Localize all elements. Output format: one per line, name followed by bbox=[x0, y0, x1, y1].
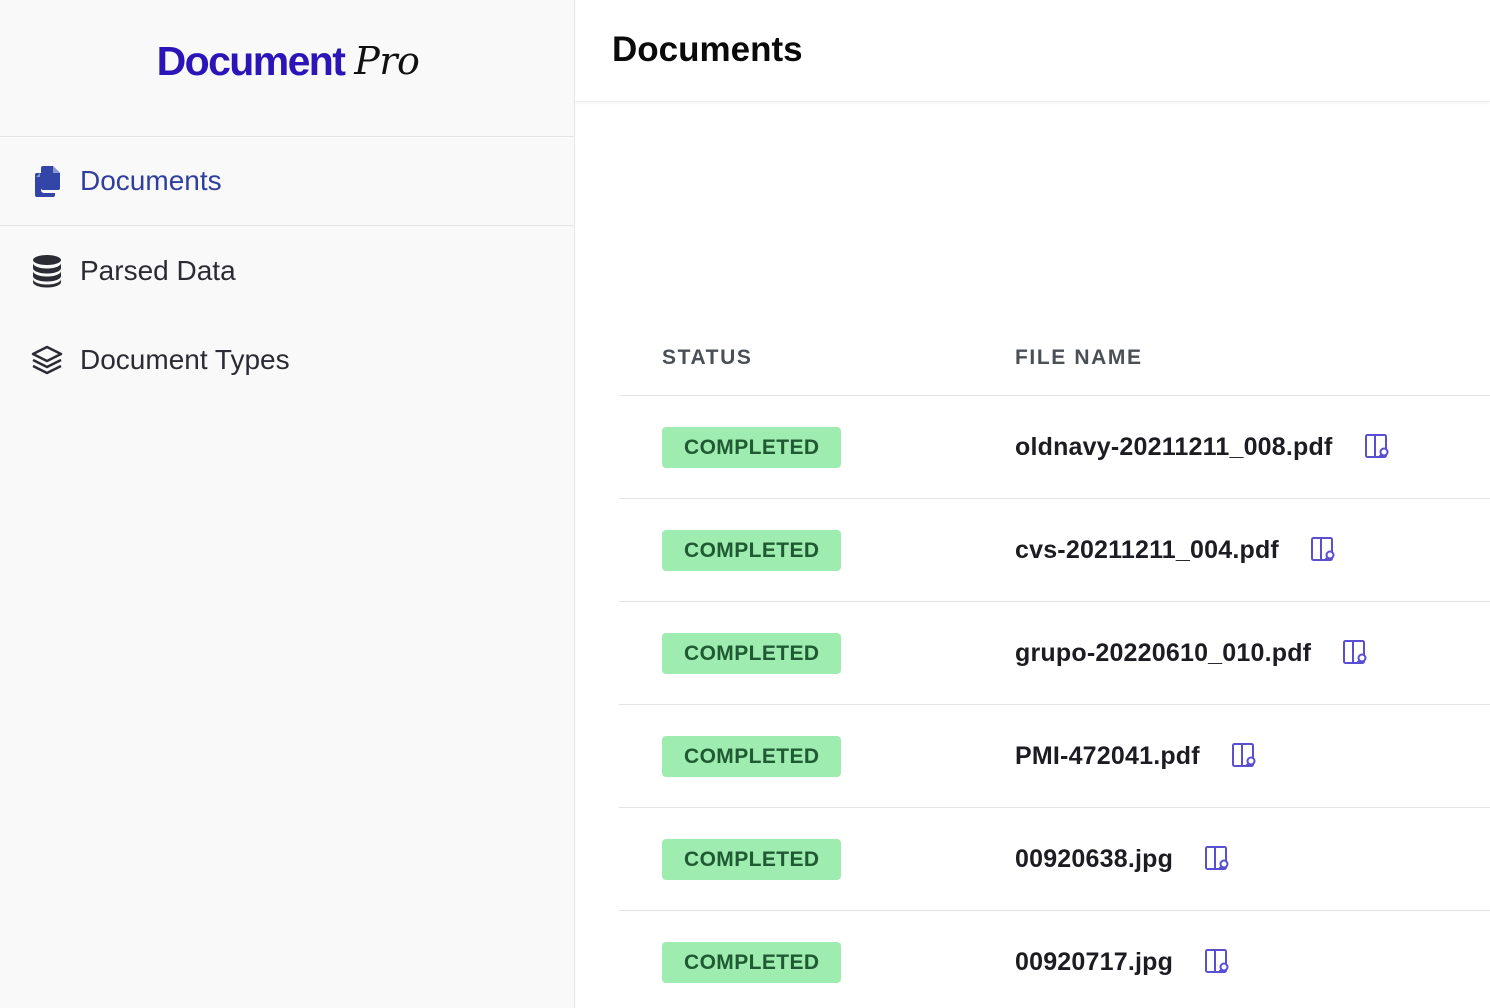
status-cell: COMPLETED bbox=[619, 735, 1015, 777]
sidebar-item-label: Parsed Data bbox=[80, 254, 236, 286]
documents-table: STATUS FILE NAME COMPLETED oldnavy-20211… bbox=[619, 320, 1490, 1008]
status-cell: COMPLETED bbox=[619, 838, 1015, 880]
brand-name-script: Pro bbox=[354, 39, 420, 83]
sidebar-item-parsed-data[interactable]: Parsed Data bbox=[0, 226, 574, 315]
table-row[interactable]: COMPLETED 00920638.jpg bbox=[619, 808, 1490, 911]
file-name[interactable]: 00920638.jpg bbox=[1015, 845, 1173, 874]
view-document-icon[interactable] bbox=[1203, 947, 1233, 977]
page-header: Documents bbox=[575, 0, 1490, 102]
status-cell: COMPLETED bbox=[619, 632, 1015, 674]
view-document-icon[interactable] bbox=[1230, 741, 1260, 771]
sidebar-item-documents[interactable]: Documents bbox=[0, 137, 574, 226]
status-badge: COMPLETED bbox=[662, 838, 842, 880]
status-badge: COMPLETED bbox=[662, 529, 842, 571]
sidebar: Document Pro Documents Parsed Data Docum… bbox=[0, 0, 575, 1008]
table-row[interactable]: COMPLETED grupo-20220610_010.pdf bbox=[619, 602, 1490, 705]
column-header-file-name[interactable]: FILE NAME bbox=[1015, 346, 1490, 370]
table-row[interactable]: COMPLETED oldnavy-20211211_008.pdf bbox=[619, 396, 1490, 499]
database-icon bbox=[30, 254, 64, 288]
column-header-status[interactable]: STATUS bbox=[619, 346, 1015, 370]
layers-icon bbox=[30, 343, 64, 377]
file-name-cell: oldnavy-20211211_008.pdf bbox=[1015, 432, 1490, 462]
sidebar-item-label: Document Types bbox=[80, 343, 290, 375]
brand-name-main: Document bbox=[156, 37, 346, 84]
file-name-cell: grupo-20220610_010.pdf bbox=[1015, 638, 1490, 668]
view-document-icon[interactable] bbox=[1341, 638, 1371, 668]
brand-logo[interactable]: Document Pro bbox=[0, 0, 574, 137]
page-title: Documents bbox=[612, 29, 803, 69]
table-row[interactable]: COMPLETED 00920717.jpg bbox=[619, 911, 1490, 1008]
file-name-cell: PMI-472041.pdf bbox=[1015, 741, 1490, 771]
table-header: STATUS FILE NAME bbox=[619, 320, 1490, 396]
view-document-icon[interactable] bbox=[1363, 432, 1393, 462]
sidebar-item-label: Documents bbox=[80, 165, 222, 196]
status-badge: COMPLETED bbox=[662, 941, 842, 983]
file-name[interactable]: oldnavy-20211211_008.pdf bbox=[1015, 433, 1333, 462]
status-badge: COMPLETED bbox=[662, 632, 842, 674]
file-name[interactable]: grupo-20220610_010.pdf bbox=[1015, 639, 1311, 668]
file-name[interactable]: PMI-472041.pdf bbox=[1015, 742, 1200, 771]
app: Document Pro Documents Parsed Data Docum… bbox=[0, 0, 1490, 1008]
status-cell: COMPLETED bbox=[619, 529, 1015, 571]
documents-icon bbox=[30, 164, 64, 198]
status-cell: COMPLETED bbox=[619, 941, 1015, 983]
file-name[interactable]: 00920717.jpg bbox=[1015, 948, 1173, 977]
status-badge: COMPLETED bbox=[662, 426, 842, 468]
view-document-icon[interactable] bbox=[1309, 535, 1339, 565]
status-badge: COMPLETED bbox=[662, 735, 842, 777]
file-name-cell: 00920717.jpg bbox=[1015, 947, 1490, 977]
file-name[interactable]: cvs-20211211_004.pdf bbox=[1015, 536, 1279, 565]
main-content: Documents STATUS FILE NAME COMPLETED old… bbox=[575, 0, 1490, 1008]
sidebar-item-document-types[interactable]: Document Types bbox=[0, 315, 574, 404]
file-name-cell: cvs-20211211_004.pdf bbox=[1015, 535, 1490, 565]
view-document-icon[interactable] bbox=[1203, 844, 1233, 874]
table-row[interactable]: COMPLETED PMI-472041.pdf bbox=[619, 705, 1490, 808]
table-row[interactable]: COMPLETED cvs-20211211_004.pdf bbox=[619, 499, 1490, 602]
file-name-cell: 00920638.jpg bbox=[1015, 844, 1490, 874]
status-cell: COMPLETED bbox=[619, 426, 1015, 468]
